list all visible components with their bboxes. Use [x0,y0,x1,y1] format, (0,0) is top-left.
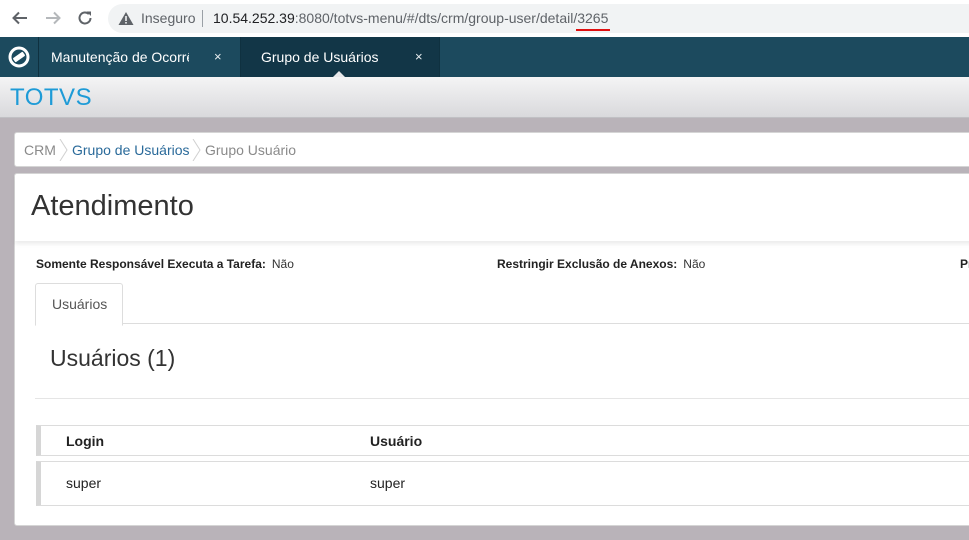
brand-logo[interactable]: TOTVS [10,84,92,112]
url-host: 10.54.252.39 [213,10,295,26]
tabs-divider [35,323,969,324]
table-header: Login Usuário [36,425,969,456]
breadcrumb-separator-icon [59,139,68,161]
url-text[interactable]: 10.54.252.39:8080/totvs-menu/#/dts/crm/g… [213,10,608,26]
section-divider [35,398,969,399]
cell-usuario: super [370,475,406,491]
cell-login: super [66,475,102,491]
url-id: 3265 [577,10,609,26]
section-title: Usuários (1) [50,345,176,371]
column-header-usuario[interactable]: Usuário [370,433,422,449]
tab-label: Grupo de Usuários [261,49,379,65]
field-label: Restringir Exclusão de Anexos: [497,257,678,271]
arrow-right-icon [46,11,61,25]
arrow-left-icon [12,11,27,25]
brand-header: TOTVS [0,77,969,118]
detail-panel: Atendimento Somente Responsável Executa … [14,173,969,526]
reload-icon [78,11,92,25]
tab-manutencao-ocorrencia[interactable]: Manutenção de Ocorrência × [38,37,240,77]
tab-grupo-usuarios[interactable]: Grupo de Usuários × [240,37,440,77]
field-value: Não [271,257,294,271]
tab-label: Manutenção de Ocorrência [51,49,189,65]
close-icon[interactable]: × [415,49,423,64]
breadcrumb-separator-icon [192,139,201,161]
page-header: Atendimento [15,174,969,241]
security-label[interactable]: Inseguro [141,10,195,26]
address-separator [202,10,203,27]
totvs-logo-icon [8,46,30,68]
warning-icon[interactable] [118,11,134,26]
url-path: :8080/totvs-menu/#/dts/crm/group-user/de… [294,10,578,26]
breadcrumb-item-grupo-usuarios[interactable]: Grupo de Usuários [72,142,190,158]
breadcrumb-item-crm[interactable]: CRM [24,142,56,158]
totvs-menu-button[interactable] [0,37,38,77]
table-row[interactable]: super super [36,461,969,506]
field-somente-responsavel: Somente Responsável Executa a Tarefa: Não [36,257,294,271]
field-value: Não [683,257,706,271]
column-header-login[interactable]: Login [66,433,104,449]
close-icon[interactable]: × [214,49,222,64]
main-content: CRM Grupo de Usuários Grupo Usuário Aten… [0,118,969,540]
breadcrumb-item-grupo-usuario: Grupo Usuário [205,142,297,158]
browser-toolbar: Inseguro 10.54.252.39:8080/totvs-menu/#/… [0,0,969,37]
field-restringir-exclusao: Restringir Exclusão de Anexos: Não [497,257,705,271]
field-label: Pr [960,257,969,271]
page-title: Atendimento [31,190,194,222]
field-truncated: Pr [960,257,969,271]
address-bar[interactable]: Inseguro 10.54.252.39:8080/totvs-menu/#/… [108,4,969,33]
app-tab-bar: Manutenção de Ocorrência × Grupo de Usuá… [0,37,969,77]
field-label: Somente Responsável Executa a Tarefa: [36,257,266,271]
tab-usuarios[interactable]: Usuários [35,283,123,326]
forward-button[interactable] [41,7,65,29]
breadcrumb: CRM Grupo de Usuários Grupo Usuário [14,132,969,167]
reload-button[interactable] [73,7,97,29]
tab-label: Usuários [52,296,108,312]
back-button[interactable] [8,7,32,29]
